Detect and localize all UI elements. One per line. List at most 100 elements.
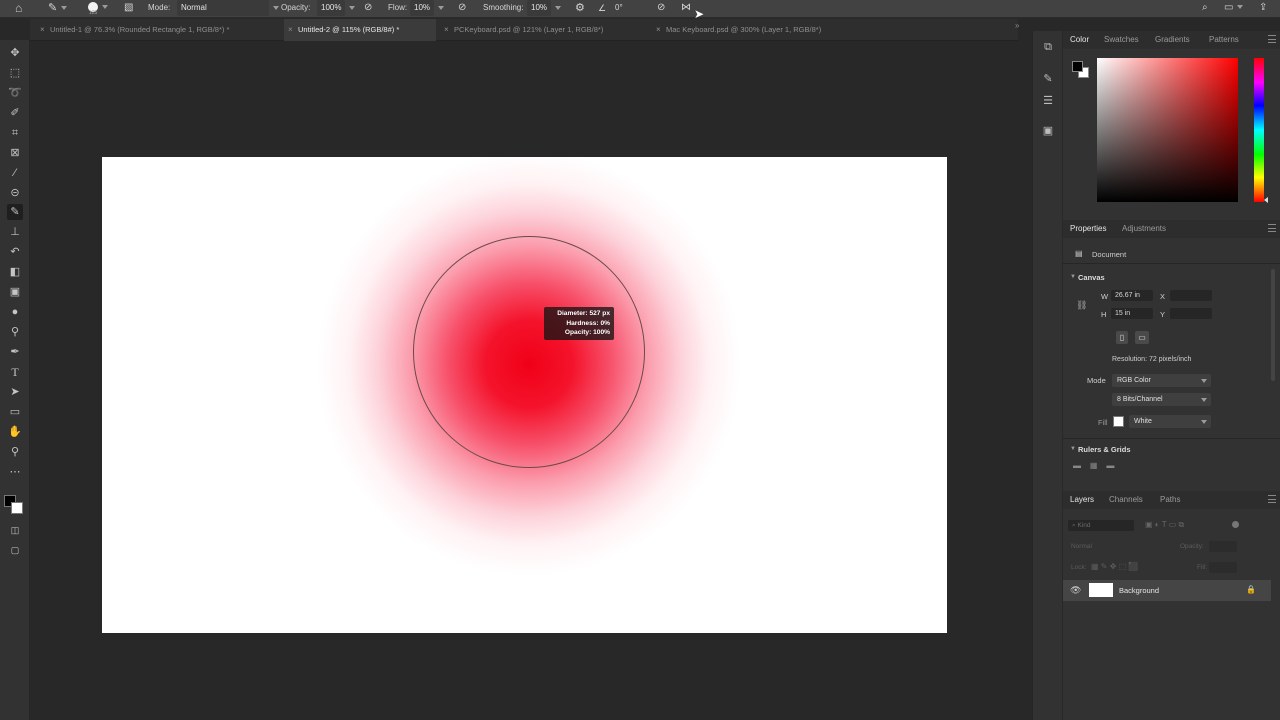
tooltip-diameter: Diameter: 527 px xyxy=(548,309,610,319)
more-tools-icon[interactable]: ⋯ xyxy=(7,464,23,480)
tab-patterns[interactable]: Patterns xyxy=(1209,31,1239,49)
tab-gradients[interactable]: Gradients xyxy=(1155,31,1190,49)
x-field[interactable] xyxy=(1170,290,1212,301)
brush-tip-tooltip: Diameter: 527 px Hardness: 0% Opacity: 1… xyxy=(544,307,614,340)
type-tool-icon[interactable]: T xyxy=(7,364,23,380)
layer-fill-field[interactable] xyxy=(1209,562,1237,573)
brush-settings-panel-icon[interactable]: ✎ xyxy=(1040,71,1056,87)
layer-opacity-field[interactable] xyxy=(1209,541,1237,552)
bit-depth-select[interactable]: 8 Bits/Channel xyxy=(1112,393,1211,406)
move-tool-icon[interactable]: ✥ xyxy=(7,45,23,61)
color-field[interactable] xyxy=(1097,58,1238,202)
hand-tool-icon[interactable]: ✋ xyxy=(7,424,23,440)
pressure-opacity-icon[interactable]: ⊘ xyxy=(364,0,372,18)
history-brush-tool-icon[interactable]: ↶ xyxy=(7,244,23,260)
screen-mode-icon[interactable]: ▢ xyxy=(7,542,23,558)
panel-menu-icon[interactable] xyxy=(1268,495,1276,503)
brush-settings-icon[interactable]: ▧ xyxy=(124,0,133,18)
marquee-tool-icon[interactable]: ⬚ xyxy=(7,65,23,81)
close-icon[interactable]: × xyxy=(444,19,449,41)
crop-tool-icon[interactable]: ⌗ xyxy=(7,125,23,141)
height-field[interactable]: 15 in xyxy=(1111,308,1153,319)
search-icon[interactable]: ⌕ xyxy=(1202,0,1208,18)
landscape-icon[interactable]: ▭ xyxy=(1135,331,1149,344)
tab-untitled-1[interactable]: × Untitled-1 @ 76.3% (Rounded Rectangle 1… xyxy=(36,19,282,41)
close-icon[interactable]: × xyxy=(288,19,293,41)
share-icon[interactable]: ⇪ xyxy=(1259,0,1267,18)
blur-tool-icon[interactable]: ● xyxy=(7,304,23,320)
layer-filter-icons[interactable]: ▣ ◐ T ▭ ⧉ xyxy=(1145,520,1184,530)
tab-paths[interactable]: Paths xyxy=(1160,491,1180,509)
tab-pckeyboard[interactable]: × PCKeyboard.psd @ 121% (Layer 1, RGB/8*) xyxy=(440,19,650,41)
background-color-swatch[interactable] xyxy=(11,502,23,514)
color-foreground-front xyxy=(1072,61,1083,72)
portrait-icon[interactable]: ▯ xyxy=(1116,331,1128,344)
canvas-chevron-icon[interactable]: ▼ xyxy=(1070,274,1076,280)
layer-row-background[interactable]: 👁 Background 🔒 xyxy=(1063,580,1271,601)
healing-brush-tool-icon[interactable]: ⊝ xyxy=(7,185,23,201)
lock-icon[interactable]: 🔒 xyxy=(1246,585,1256,594)
tab-swatches[interactable]: Swatches xyxy=(1104,31,1139,49)
quick-selection-tool-icon[interactable]: ✐ xyxy=(7,105,23,121)
symmetry-icon[interactable]: ⋈ xyxy=(681,0,691,18)
close-icon[interactable]: × xyxy=(40,19,45,41)
panel-menu-icon[interactable] xyxy=(1268,224,1276,232)
eyedropper-tool-icon[interactable]: ⁄ xyxy=(7,165,23,181)
rulers-chevron-icon[interactable]: ▼ xyxy=(1070,446,1076,452)
flow-input[interactable]: 10% xyxy=(410,0,445,18)
properties-scrollbar[interactable] xyxy=(1271,269,1275,381)
panel-menu-icon[interactable] xyxy=(1268,35,1276,43)
hue-slider-handle-icon[interactable] xyxy=(1264,197,1268,203)
tab-properties[interactable]: Properties xyxy=(1070,220,1106,238)
smoothing-input[interactable]: 10% xyxy=(527,0,562,18)
mode-label: Mode: xyxy=(148,3,171,12)
color-mode-select[interactable]: RGB Color xyxy=(1112,374,1211,387)
fill-select[interactable]: White xyxy=(1129,415,1211,428)
tab-color[interactable]: Color xyxy=(1070,31,1089,49)
mode-select[interactable]: Normal xyxy=(177,0,279,18)
blend-mode-select[interactable]: Normal xyxy=(1071,543,1092,550)
dodge-tool-icon[interactable]: ⚲ xyxy=(7,324,23,340)
lock-icons[interactable]: ▦ ✎ ✥ ⬚ ⬛ xyxy=(1091,562,1138,571)
eye-icon[interactable]: 👁 xyxy=(1070,585,1081,596)
zoom-tool-icon[interactable]: ⚲ xyxy=(7,444,23,460)
tab-layers[interactable]: Layers xyxy=(1070,491,1094,509)
quick-mask-icon[interactable]: ◫ xyxy=(7,522,23,538)
lasso-tool-icon[interactable]: ➰ xyxy=(7,85,23,101)
tab-adjustments[interactable]: Adjustments xyxy=(1122,220,1166,238)
clone-stamp-tool-icon[interactable]: ⊥ xyxy=(7,224,23,240)
eraser-tool-icon[interactable]: ◧ xyxy=(7,264,23,280)
gradient-tool-icon[interactable]: ▣ xyxy=(7,284,23,300)
hue-slider[interactable] xyxy=(1254,58,1264,202)
airbrush-icon[interactable]: ⊘ xyxy=(458,0,466,18)
lock-label: Lock: xyxy=(1071,564,1087,571)
width-field[interactable]: 26.67 in xyxy=(1111,290,1153,301)
tabs-overflow-icon[interactable]: » xyxy=(1015,21,1019,30)
document-canvas[interactable]: Diameter: 527 px Hardness: 0% Opacity: 1… xyxy=(102,157,947,633)
workspace-icon[interactable]: ▭ xyxy=(1224,0,1244,18)
tab-channels[interactable]: Channels xyxy=(1109,491,1143,509)
brush-tool-icon[interactable]: ✎ xyxy=(7,204,23,220)
gear-icon[interactable]: ⚙ xyxy=(575,0,585,18)
filter-toggle-icon[interactable] xyxy=(1232,521,1239,528)
angle-input[interactable]: 0° xyxy=(615,0,623,18)
ruler-icons[interactable]: ▬ ▦ ▬ xyxy=(1073,461,1114,470)
y-field[interactable] xyxy=(1170,308,1212,319)
adjustments-panel-icon[interactable]: ☰ xyxy=(1040,93,1056,109)
opacity-input[interactable]: 100% xyxy=(317,0,356,18)
libraries-panel-icon[interactable]: ▣ xyxy=(1040,123,1056,139)
tab-untitled-2[interactable]: × Untitled-2 @ 115% (RGB/8#) * xyxy=(284,19,436,41)
close-icon[interactable]: × xyxy=(656,19,661,41)
frame-tool-icon[interactable]: ⊠ xyxy=(7,145,23,161)
pen-tool-icon[interactable]: ✒ xyxy=(7,344,23,360)
shape-tool-icon[interactable]: ▭ xyxy=(7,404,23,420)
pressure-size-icon[interactable]: ⊘ xyxy=(657,0,665,18)
path-selection-tool-icon[interactable]: ➤ xyxy=(7,384,23,400)
brush-tool-preset-icon[interactable]: ✎ xyxy=(48,0,68,18)
layer-filter-kind[interactable]: ⌕ Kind xyxy=(1068,520,1134,531)
tab-mac-keyboard[interactable]: × Mac Keyboard.psd @ 300% (Layer 1, RGB/8… xyxy=(652,19,882,41)
link-icon[interactable]: ⛓ xyxy=(1076,300,1087,311)
fill-swatch[interactable] xyxy=(1113,416,1124,427)
home-icon[interactable]: ⌂ xyxy=(15,0,22,18)
history-panel-icon[interactable]: ⧉ xyxy=(1040,39,1056,55)
